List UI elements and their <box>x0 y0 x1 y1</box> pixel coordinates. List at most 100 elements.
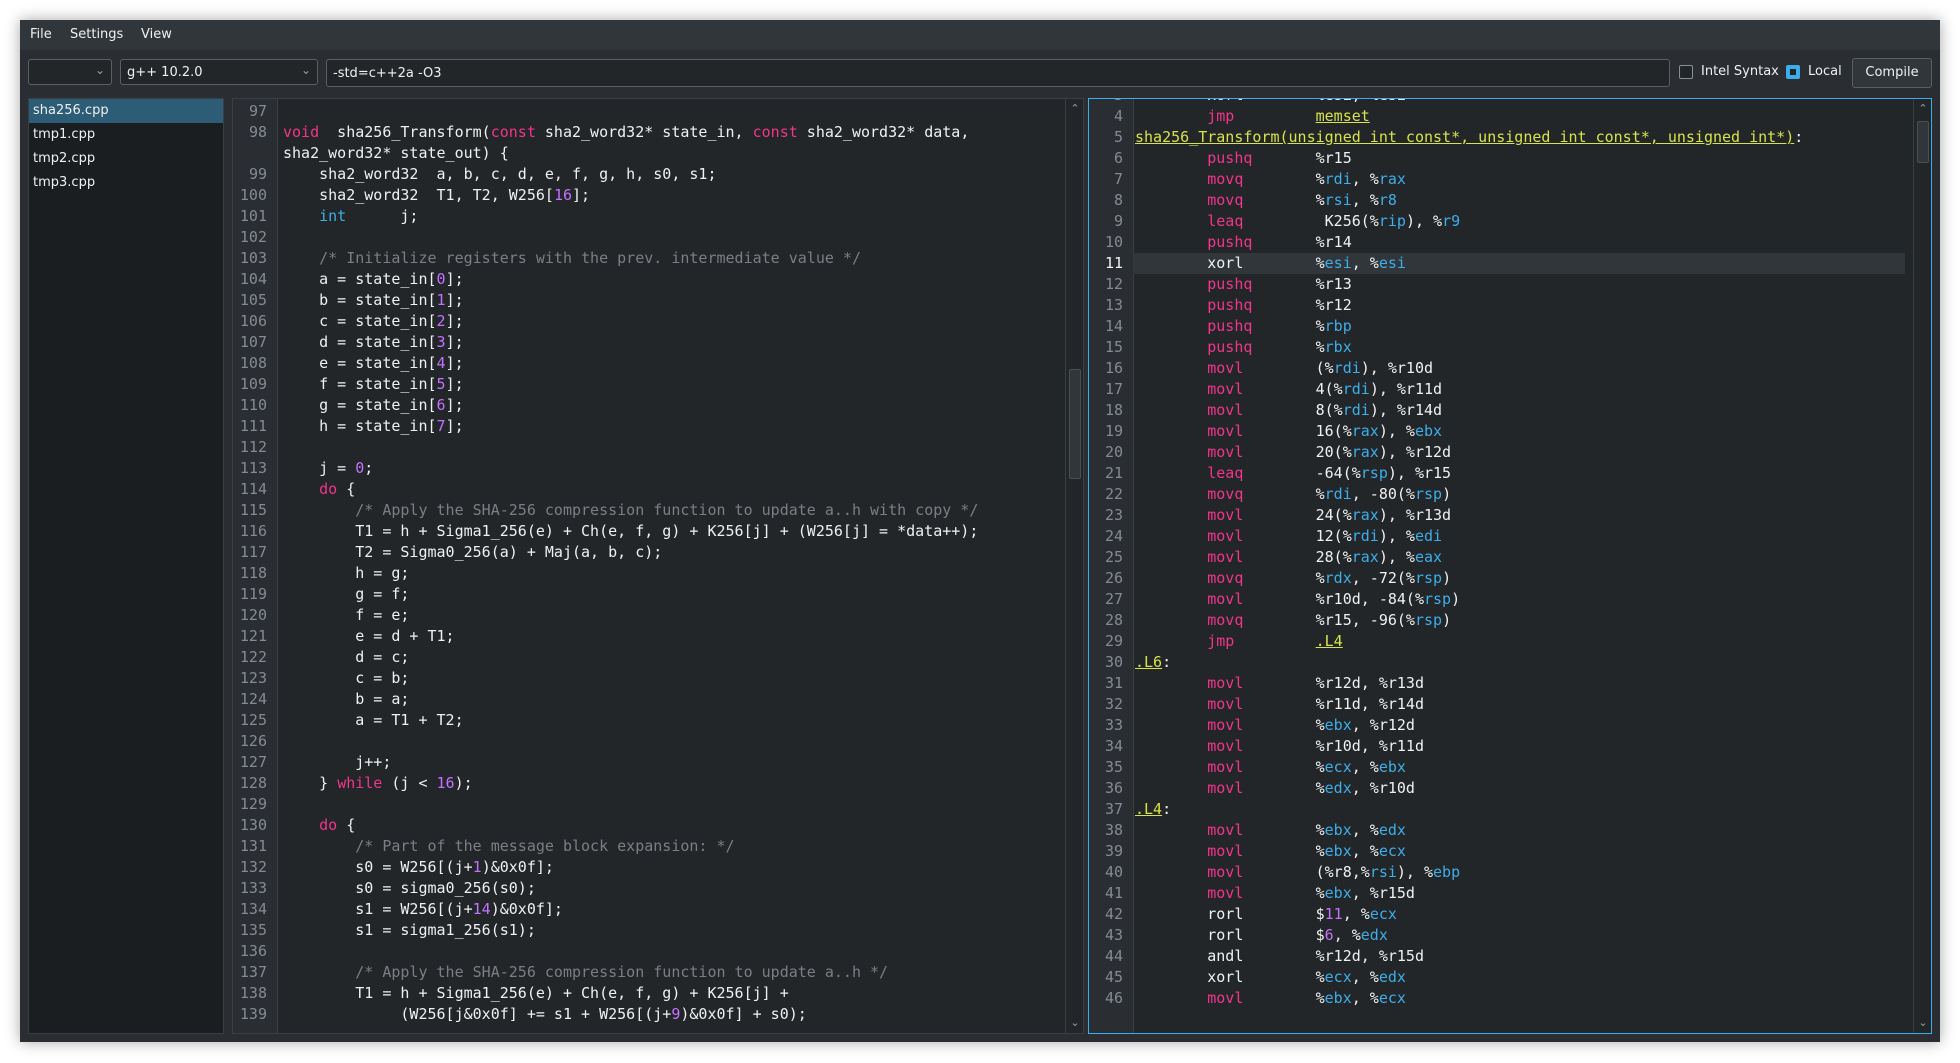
code-line[interactable]: 24 movl 12(%rdi), %edi <box>1089 526 1905 547</box>
code-line[interactable]: 116 T1 = h + Sigma1_256(e) + Ch(e, f, g)… <box>233 521 978 542</box>
code-line[interactable]: 8 movq %rsi, %r8 <box>1089 190 1905 211</box>
scroll-up-icon[interactable]: ⌃ <box>1915 101 1931 117</box>
code-line[interactable]: 119 g = f; <box>233 584 978 605</box>
code-line[interactable]: 42 rorl $11, %ecx <box>1089 904 1905 925</box>
scroll-down-icon[interactable]: ⌄ <box>1915 1015 1931 1031</box>
code-line[interactable]: 122 d = c; <box>233 647 978 668</box>
code-line[interactable]: 101 int j; <box>233 206 978 227</box>
code-line[interactable]: 10 pushq %r14 <box>1089 232 1905 253</box>
source-scroll-thumb[interactable] <box>1069 369 1081 479</box>
source-scrollbar[interactable]: ⌃ ⌄ <box>1065 99 1083 1033</box>
code-line[interactable]: 130 do { <box>233 815 978 836</box>
code-line[interactable]: 39 movl %ebx, %ecx <box>1089 841 1905 862</box>
file-item-tmp1[interactable]: tmp1.cpp <box>29 123 223 147</box>
code-line[interactable]: 6 pushq %r15 <box>1089 148 1905 169</box>
code-line[interactable]: 136 <box>233 941 978 962</box>
code-line[interactable]: 118 h = g; <box>233 563 978 584</box>
code-line[interactable]: 106 c = state_in[2]; <box>233 311 978 332</box>
code-line[interactable]: 33 movl %ebx, %r12d <box>1089 715 1905 736</box>
code-line[interactable]: 126 <box>233 731 978 752</box>
code-line[interactable]: 41 movl %ebx, %r15d <box>1089 883 1905 904</box>
code-line[interactable]: 46 movl %ebx, %ecx <box>1089 988 1905 1009</box>
code-line[interactable]: 38 movl %ebx, %edx <box>1089 820 1905 841</box>
code-line[interactable]: 11 xorl %esi, %esi <box>1089 253 1905 274</box>
code-line[interactable]: 14 pushq %rbp <box>1089 316 1905 337</box>
file-item-tmp3[interactable]: tmp3.cpp <box>29 171 223 195</box>
code-line[interactable]: 129 <box>233 794 978 815</box>
asm-code[interactable]: 3 xorl %esi, %esi4 jmp memset5sha256_Tra… <box>1089 99 1905 1009</box>
code-line[interactable]: 139 (W256[j&0x0f] += s1 + W256[(j+9)&0x0… <box>233 1004 978 1025</box>
code-line[interactable]: 3 xorl %esi, %esi <box>1089 99 1905 106</box>
code-line[interactable]: 137 /* Apply the SHA-256 compression fun… <box>233 962 978 983</box>
code-line[interactable]: 110 g = state_in[6]; <box>233 395 978 416</box>
code-line[interactable]: 35 movl %ecx, %ebx <box>1089 757 1905 778</box>
code-line[interactable]: 99 sha2_word32 a, b, c, d, e, f, g, h, s… <box>233 164 978 185</box>
code-line[interactable]: 19 movl 16(%rax), %ebx <box>1089 421 1905 442</box>
code-line[interactable]: 22 movq %rdi, -80(%rsp) <box>1089 484 1905 505</box>
code-line[interactable]: 13 pushq %r12 <box>1089 295 1905 316</box>
code-line[interactable]: 102 <box>233 227 978 248</box>
code-line[interactable]: 103 /* Initialize registers with the pre… <box>233 248 978 269</box>
code-line[interactable]: 4 jmp memset <box>1089 106 1905 127</box>
code-line[interactable]: 21 leaq -64(%rsp), %r15 <box>1089 463 1905 484</box>
code-line[interactable]: 100 sha2_word32 T1, T2, W256[16]; <box>233 185 978 206</box>
code-line[interactable]: 20 movl 20(%rax), %r12d <box>1089 442 1905 463</box>
code-line[interactable]: 26 movq %rdx, -72(%rsp) <box>1089 568 1905 589</box>
code-line[interactable]: 28 movq %r15, -96(%rsp) <box>1089 610 1905 631</box>
code-line[interactable]: 115 /* Apply the SHA-256 compression fun… <box>233 500 978 521</box>
menu-file[interactable]: File <box>30 27 52 42</box>
code-line[interactable]: 15 pushq %rbx <box>1089 337 1905 358</box>
code-line[interactable]: 16 movl (%rdi), %r10d <box>1089 358 1905 379</box>
code-line[interactable]: 112 <box>233 437 978 458</box>
compiler-flags-input[interactable]: -std=c++2a -O3 <box>326 59 1670 87</box>
code-line[interactable]: 124 b = a; <box>233 689 978 710</box>
code-line[interactable]: 34 movl %r10d, %r11d <box>1089 736 1905 757</box>
compiler-select[interactable]: g++ 10.2.0 ⌄ <box>120 59 318 85</box>
code-line[interactable]: 127 j++; <box>233 752 978 773</box>
code-line[interactable]: 12 pushq %r13 <box>1089 274 1905 295</box>
local-checkbox[interactable] <box>1786 65 1800 79</box>
code-line[interactable]: 43 rorl $6, %edx <box>1089 925 1905 946</box>
code-line[interactable]: 29 jmp .L4 <box>1089 631 1905 652</box>
code-line[interactable]: 128 } while (j < 16); <box>233 773 978 794</box>
source-code[interactable]: 97 98 void sha256_Transform(const sha2_wor… <box>233 101 978 1025</box>
code-line[interactable]: 117 T2 = Sigma0_256(a) + Maj(a, b, c); <box>233 542 978 563</box>
code-line[interactable]: 7 movq %rdi, %rax <box>1089 169 1905 190</box>
code-line[interactable]: 31 movl %r12d, %r13d <box>1089 673 1905 694</box>
code-line[interactable]: 107 d = state_in[3]; <box>233 332 978 353</box>
code-line[interactable]: 30 .L6: <box>1089 652 1905 673</box>
code-line[interactable]: 98 void sha256_Transform(const sha2_word3… <box>233 122 978 143</box>
menu-settings[interactable]: Settings <box>70 27 123 42</box>
scroll-down-icon[interactable]: ⌄ <box>1067 1015 1083 1031</box>
code-line[interactable]: 9 leaq K256(%rip), %r9 <box>1089 211 1905 232</box>
code-line[interactable]: 27 movl %r10d, -84(%rsp) <box>1089 589 1905 610</box>
code-line[interactable]: 121 e = d + T1; <box>233 626 978 647</box>
code-line[interactable]: 109 f = state_in[5]; <box>233 374 978 395</box>
code-line[interactable]: 25 movl 28(%rax), %eax <box>1089 547 1905 568</box>
code-line[interactable]: 108 e = state_in[4]; <box>233 353 978 374</box>
intel-syntax-checkbox[interactable] <box>1679 65 1693 79</box>
code-line[interactable]: 104 a = state_in[0]; <box>233 269 978 290</box>
code-line[interactable]: 97 <box>233 101 978 122</box>
file-item-sha256[interactable]: sha256.cpp <box>29 99 223 123</box>
menu-view[interactable]: View <box>141 27 172 42</box>
code-line[interactable]: 17 movl 4(%rdi), %r11d <box>1089 379 1905 400</box>
code-line[interactable]: 133 s0 = sigma0_256(s0); <box>233 878 978 899</box>
code-line[interactable]: sha2_word32* state_out) { <box>233 143 978 164</box>
compile-button[interactable]: Compile <box>1852 58 1932 88</box>
code-line[interactable]: 32 movl %r11d, %r14d <box>1089 694 1905 715</box>
source-editor[interactable]: 97 98 void sha256_Transform(const sha2_wor… <box>232 98 1084 1034</box>
code-line[interactable]: 138 T1 = h + Sigma1_256(e) + Ch(e, f, g)… <box>233 983 978 1004</box>
file-item-tmp2[interactable]: tmp2.cpp <box>29 147 223 171</box>
code-line[interactable]: 113 j = 0; <box>233 458 978 479</box>
code-line[interactable]: 125 a = T1 + T2; <box>233 710 978 731</box>
code-line[interactable]: 134 s1 = W256[(j+14)&0x0f]; <box>233 899 978 920</box>
asm-scroll-thumb[interactable] <box>1917 121 1929 163</box>
code-line[interactable]: 18 movl 8(%rdi), %r14d <box>1089 400 1905 421</box>
code-line[interactable]: 36 movl %edx, %r10d <box>1089 778 1905 799</box>
code-line[interactable]: 131 /* Part of the message block expansi… <box>233 836 978 857</box>
code-line[interactable]: 123 c = b; <box>233 668 978 689</box>
code-line[interactable]: 111 h = state_in[7]; <box>233 416 978 437</box>
scroll-up-icon[interactable]: ⌃ <box>1067 101 1083 117</box>
code-line[interactable]: 23 movl 24(%rax), %r13d <box>1089 505 1905 526</box>
